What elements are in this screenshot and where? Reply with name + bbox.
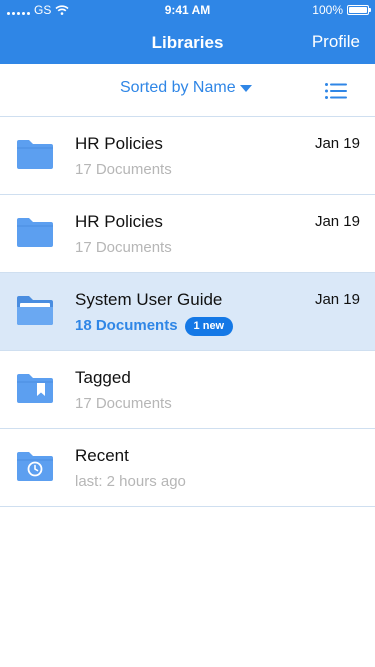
folder-clock-icon [17, 452, 53, 481]
caret-down-icon [239, 84, 252, 92]
row-title: Tagged [75, 368, 131, 387]
row-subtitle: 17 Documents [75, 160, 172, 180]
app-header: GS 9:41 AM 100% Libraries Profile [0, 0, 375, 64]
row-date: Jan 19 [314, 291, 360, 308]
row-title: Recent [75, 446, 129, 465]
sort-dropdown[interactable]: Sorted by Name [120, 79, 252, 97]
row-date: Jan 19 [314, 213, 360, 230]
library-list: HR Policies Jan 19 17 Documents HR Polic… [0, 117, 375, 507]
folder-open-icon [17, 296, 53, 325]
row-title: HR Policies [75, 134, 163, 153]
status-bar: GS 9:41 AM 100% [0, 0, 375, 20]
document-count: 18 Documents [75, 317, 178, 334]
document-count: 17 Documents [75, 395, 172, 412]
battery-icon [347, 5, 371, 15]
status-right: 100% [312, 0, 371, 20]
library-row[interactable]: HR Policies Jan 19 17 Documents [0, 195, 375, 273]
sort-label: Sorted by Name [120, 79, 236, 96]
row-title: System User Guide [75, 290, 223, 309]
folder-bookmark-icon [17, 374, 53, 403]
library-row[interactable]: Recent last: 2 hours ago [0, 429, 375, 507]
row-subtitle: 17 Documents [75, 238, 172, 258]
row-subtitle: 18 Documents 1 new [75, 316, 234, 336]
library-row-selected[interactable]: System User Guide Jan 19 18 Documents 1 … [0, 273, 375, 351]
folder-icon [17, 218, 53, 247]
last-updated: last: 2 hours ago [75, 473, 186, 490]
list-view-icon[interactable] [325, 83, 347, 99]
sort-toolbar: Sorted by Name [0, 64, 375, 117]
library-row[interactable]: Tagged 17 Documents [0, 351, 375, 429]
profile-button[interactable]: Profile [312, 31, 360, 53]
document-count: 17 Documents [75, 239, 172, 256]
library-row[interactable]: HR Policies Jan 19 17 Documents [0, 117, 375, 195]
row-title: HR Policies [75, 212, 163, 231]
row-subtitle: 17 Documents [75, 394, 172, 414]
battery-percent: 100% [312, 3, 343, 17]
row-date: Jan 19 [314, 135, 360, 152]
row-subtitle: last: 2 hours ago [75, 472, 186, 492]
new-badge: 1 new [184, 316, 234, 336]
folder-icon [17, 140, 53, 169]
document-count: 17 Documents [75, 161, 172, 178]
